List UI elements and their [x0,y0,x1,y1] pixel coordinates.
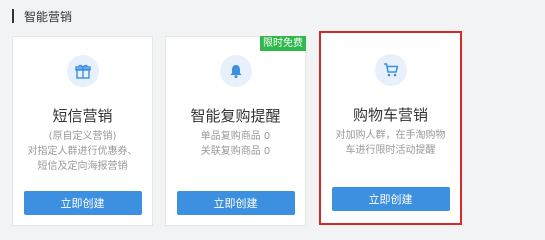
card-title: 智能复购提醒 [190,107,281,125]
bell-icon [219,55,252,87]
section-header: 智能营销 [12,8,72,24]
card-smart-repurchase-reminder: 限时免费 智能复购提醒 单品复购商品 0 关联复购商品 0 立即创建 [165,36,306,226]
section-title: 智能营销 [24,9,73,24]
shopping-cart-icon [374,54,407,86]
card-title: 短信营销 [52,107,113,125]
card-title: 购物车营销 [352,106,428,124]
card-description: 单品复购商品 0 关联复购商品 0 [200,131,271,157]
card-cart-marketing: 购物车营销 对加购人群，在手淘购物 车进行限时活动提醒 立即创建 [319,31,462,225]
card-description: (原自定义营销) 对指定人群进行优惠券、 短信及定向海报营销 [27,131,138,172]
gift-icon [66,55,99,87]
limited-free-badge: 限时免费 [260,36,306,51]
card-description: 对加购人群，在手淘购物 车进行限时活动提醒 [335,130,446,156]
create-sms-marketing-button[interactable]: 立即创建 [23,191,142,215]
create-cart-marketing-button[interactable]: 立即创建 [331,187,450,211]
section-marker [12,9,14,23]
card-sms-marketing: 短信营销 (原自定义营销) 对指定人群进行优惠券、 短信及定向海报营销 立即创建 [12,36,153,226]
create-repurchase-reminder-button[interactable]: 立即创建 [176,191,295,215]
